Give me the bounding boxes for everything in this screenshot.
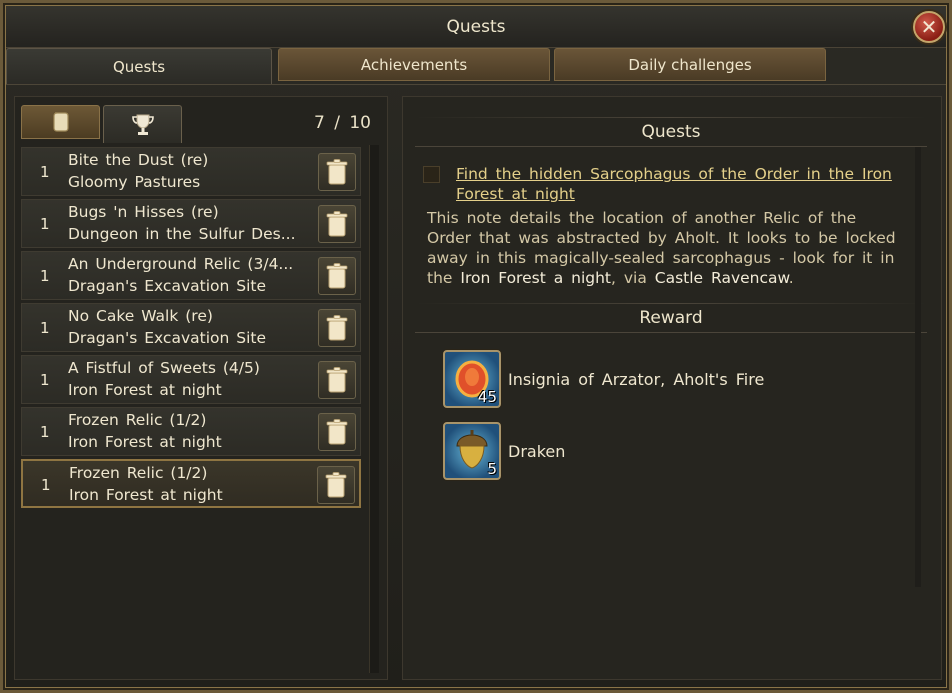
tab-divider	[6, 84, 946, 85]
quest-location: Dragan's Excavation Site	[68, 277, 266, 295]
quest-row[interactable]: 1 Bite the Dust (re) Gloomy Pastures	[21, 147, 361, 196]
quest-list-panel: 7 / 10 1 Bite the Dust (re) Gloomy Pastu…	[14, 96, 388, 680]
reward-name: Draken	[508, 441, 566, 461]
quest-name: Frozen Relic (1/2)	[69, 464, 208, 482]
quest-level: 1	[41, 476, 51, 494]
quest-level: 1	[40, 371, 50, 389]
insignia-icon: 45	[443, 350, 501, 408]
reward-item[interactable]: 45 Insignia of Arzator, Aholt's Fire	[443, 350, 764, 408]
reward-count: 45	[477, 388, 497, 406]
quest-name: An Underground Relic (3/4...	[68, 255, 294, 273]
main-tabs: Quests Achievements Daily challenges	[6, 48, 942, 85]
trash-icon	[326, 211, 348, 237]
quest-row[interactable]: 1 Bugs 'n Hisses (re) Dungeon in the Sul…	[21, 199, 361, 248]
quest-level: 1	[40, 267, 50, 285]
detail-scrollbar[interactable]	[915, 147, 921, 587]
quest-row[interactable]: 1 No Cake Walk (re) Dragan's Excavation …	[21, 303, 361, 352]
quest-location: Dragan's Excavation Site	[68, 329, 266, 347]
close-button[interactable]: ✕	[913, 11, 945, 43]
reward-section-title: Reward	[415, 303, 927, 333]
trash-icon	[326, 419, 348, 445]
quest-name: A Fistful of Sweets (4/5)	[68, 359, 260, 377]
abandon-quest-button[interactable]	[318, 309, 356, 347]
quest-level: 1	[40, 423, 50, 441]
abandon-quest-button[interactable]	[318, 361, 356, 399]
quest-name: Frozen Relic (1/2)	[68, 411, 207, 429]
abandon-quest-button[interactable]	[318, 257, 356, 295]
quest-row[interactable]: 1 Frozen Relic (1/2) Iron Forest at nigh…	[21, 459, 361, 508]
quest-counter: 7 / 10	[314, 113, 371, 133]
quest-name: Bite the Dust (re)	[68, 151, 209, 169]
trash-icon	[326, 367, 348, 393]
quest-list: 1 Bite the Dust (re) Gloomy Pastures 1 B…	[21, 147, 361, 511]
trash-icon	[326, 159, 348, 185]
quest-objective: Find the hidden Sarcophagus of the Order…	[423, 164, 909, 204]
reward-item[interactable]: 5 Draken	[443, 422, 565, 480]
abandon-quest-button[interactable]	[318, 153, 356, 191]
abandon-quest-button[interactable]	[318, 413, 356, 451]
quest-location: Iron Forest at night	[68, 433, 222, 451]
trophy-icon	[131, 114, 154, 135]
quest-level: 1	[40, 215, 50, 233]
location-castle-ravencaw: Castle Ravencaw	[654, 269, 789, 287]
subtab-trophy[interactable]	[103, 105, 182, 143]
quest-level: 1	[40, 163, 50, 181]
tab-achievements[interactable]: Achievements	[278, 48, 550, 81]
quest-location: Gloomy Pastures	[68, 173, 201, 191]
window-title: Quests	[446, 16, 506, 37]
abandon-quest-button[interactable]	[317, 466, 355, 504]
quest-section-title: Quests	[415, 117, 927, 147]
quest-detail-panel: Quests Find the hidden Sarcophagus of th…	[402, 96, 942, 680]
objective-checkbox[interactable]	[423, 166, 440, 183]
tab-quests[interactable]: Quests	[6, 48, 272, 85]
quest-row[interactable]: 1 An Underground Relic (3/4... Dragan's …	[21, 251, 361, 300]
quest-location: Iron Forest at night	[69, 486, 223, 504]
quest-row[interactable]: 1 A Fistful of Sweets (4/5) Iron Forest …	[21, 355, 361, 404]
location-iron-forest: Iron Forest a night	[460, 269, 612, 287]
quest-location: Iron Forest at night	[68, 381, 222, 399]
close-icon: ✕	[920, 15, 938, 39]
objective-link[interactable]: Find the hidden Sarcophagus of the Order…	[456, 164, 909, 204]
quest-list-scrollbar[interactable]	[369, 145, 379, 673]
trash-icon	[326, 263, 348, 289]
title-bar: Quests	[6, 6, 946, 48]
abandon-quest-button[interactable]	[318, 205, 356, 243]
quest-location: Dungeon in the Sulfur Des...	[68, 225, 296, 243]
quest-row[interactable]: 1 Frozen Relic (1/2) Iron Forest at nigh…	[21, 407, 361, 456]
quest-name: No Cake Walk (re)	[68, 307, 213, 325]
quest-level: 1	[40, 319, 50, 337]
reward-name: Insignia of Arzator, Aholt's Fire	[508, 369, 765, 389]
trash-icon	[325, 472, 347, 498]
quest-description: This note details the location of anothe…	[427, 209, 896, 287]
quest-name: Bugs 'n Hisses (re)	[68, 203, 219, 221]
scroll-icon	[52, 112, 69, 132]
reward-count: 5	[487, 460, 497, 478]
trash-icon	[326, 315, 348, 341]
acorn-icon: 5	[443, 422, 501, 480]
tab-daily-challenges[interactable]: Daily challenges	[554, 48, 826, 81]
subtab-scroll[interactable]	[21, 105, 100, 139]
